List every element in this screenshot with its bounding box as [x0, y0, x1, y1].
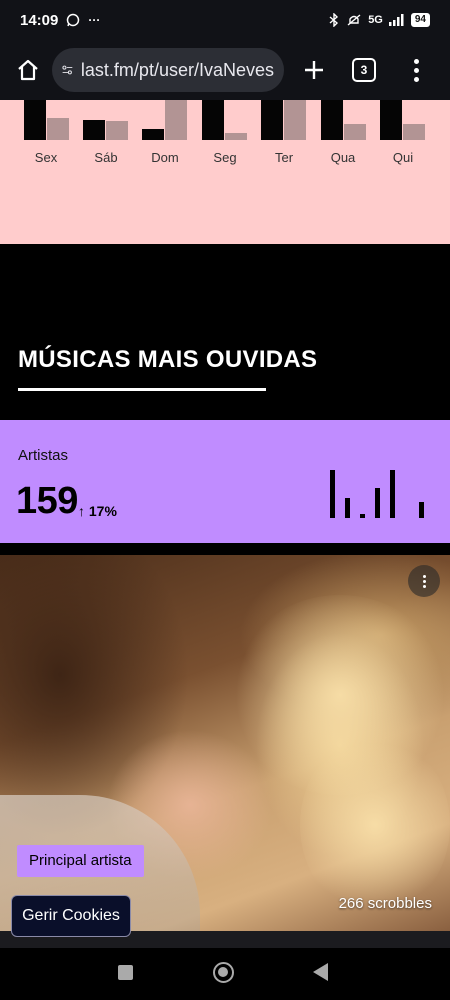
bar-previous: [165, 100, 187, 140]
bar-current: [380, 100, 402, 140]
back-icon[interactable]: [313, 963, 328, 981]
stat-change: ↑ 17%: [78, 503, 117, 519]
stat-label: Artistas: [18, 447, 69, 464]
browser-menu-button[interactable]: [406, 55, 426, 85]
status-right-icons: 5G 94: [328, 13, 430, 27]
bar-previous: [284, 100, 306, 140]
bar-current: [83, 120, 105, 140]
sparkline-bar: [360, 514, 365, 518]
options-dot: [422, 579, 426, 583]
bar-current: [202, 100, 224, 140]
home-circle-icon[interactable]: [213, 962, 234, 983]
bar-previous: [403, 124, 425, 140]
photo-hair-highlight: [300, 735, 450, 915]
status-bar: 14:09 ··· 5G 94: [0, 0, 450, 40]
day-label: Sáb: [94, 150, 118, 165]
artists-stat-card[interactable]: Artistas 159 ↑ 17%: [0, 420, 450, 543]
bar-current: [142, 129, 164, 140]
bar-previous: [225, 133, 247, 140]
options-dot: [422, 584, 426, 588]
top-artist-badge: Principal artista: [17, 845, 144, 877]
sparkline-bar: [419, 502, 424, 518]
title-underline: [18, 388, 266, 391]
bar-current: [321, 100, 343, 140]
manage-cookies-button[interactable]: Gerir Cookies: [11, 895, 131, 937]
section-title: MÚSICAS MAIS OUVIDAS: [18, 346, 318, 373]
top-artist-card[interactable]: Principal artista 266 scrobbles: [0, 555, 450, 931]
bar-previous: [106, 121, 128, 140]
menu-dot: [413, 67, 419, 73]
menu-dot: [413, 76, 419, 82]
stat-value: 159: [16, 480, 78, 522]
home-icon: [18, 59, 38, 81]
day-label: Qua: [330, 150, 356, 165]
new-tab-button[interactable]: [298, 52, 330, 88]
options-dot: [422, 574, 426, 578]
bluetooth-icon: [329, 13, 339, 27]
day-label: Sex: [34, 150, 58, 165]
bar-current: [24, 100, 46, 140]
address-bar[interactable]: last.fm/pt/user/IvaNeves: [52, 48, 284, 92]
recent-apps-icon[interactable]: [118, 965, 133, 980]
menu-dot: [413, 58, 419, 64]
mute-icon: [347, 14, 361, 26]
status-left-icons: ···: [66, 13, 100, 27]
sparkline-bar: [375, 488, 380, 518]
scrobble-count: 266 scrobbles: [338, 895, 432, 912]
bar-previous: [47, 118, 69, 140]
network-type-label: 5G: [368, 14, 383, 26]
day-label: Dom: [151, 150, 179, 165]
system-navigation-bar: [0, 948, 450, 1000]
chart-bars: [0, 100, 450, 140]
day-label: Ter: [274, 150, 294, 165]
sparkline-bar: [330, 470, 335, 518]
signal-icon: [388, 14, 404, 26]
url-text: last.fm/pt/user/IvaNeves: [80, 59, 274, 80]
more-notifications-icon: ···: [88, 13, 101, 27]
tab-switcher-button[interactable]: 3: [352, 58, 376, 82]
whatsapp-icon: [67, 13, 80, 27]
weekly-listening-chart: Sex Sáb Dom Seg Ter Qua Qui: [0, 100, 450, 244]
sparkline-bar: [345, 498, 350, 518]
site-settings-icon[interactable]: [62, 62, 73, 78]
day-label: Seg: [213, 150, 237, 165]
bar-current: [261, 100, 283, 140]
bar-previous: [344, 124, 366, 140]
sparkline-bars: [330, 468, 430, 518]
sparkline-bar: [390, 470, 395, 518]
home-button[interactable]: [10, 52, 46, 88]
plus-icon: [305, 61, 323, 79]
day-label: Qui: [392, 150, 414, 165]
battery-indicator: 94: [410, 13, 430, 27]
browser-toolbar: last.fm/pt/user/IvaNeves 3: [0, 40, 450, 100]
status-time: 14:09: [20, 11, 59, 29]
card-options-button[interactable]: [408, 565, 440, 597]
